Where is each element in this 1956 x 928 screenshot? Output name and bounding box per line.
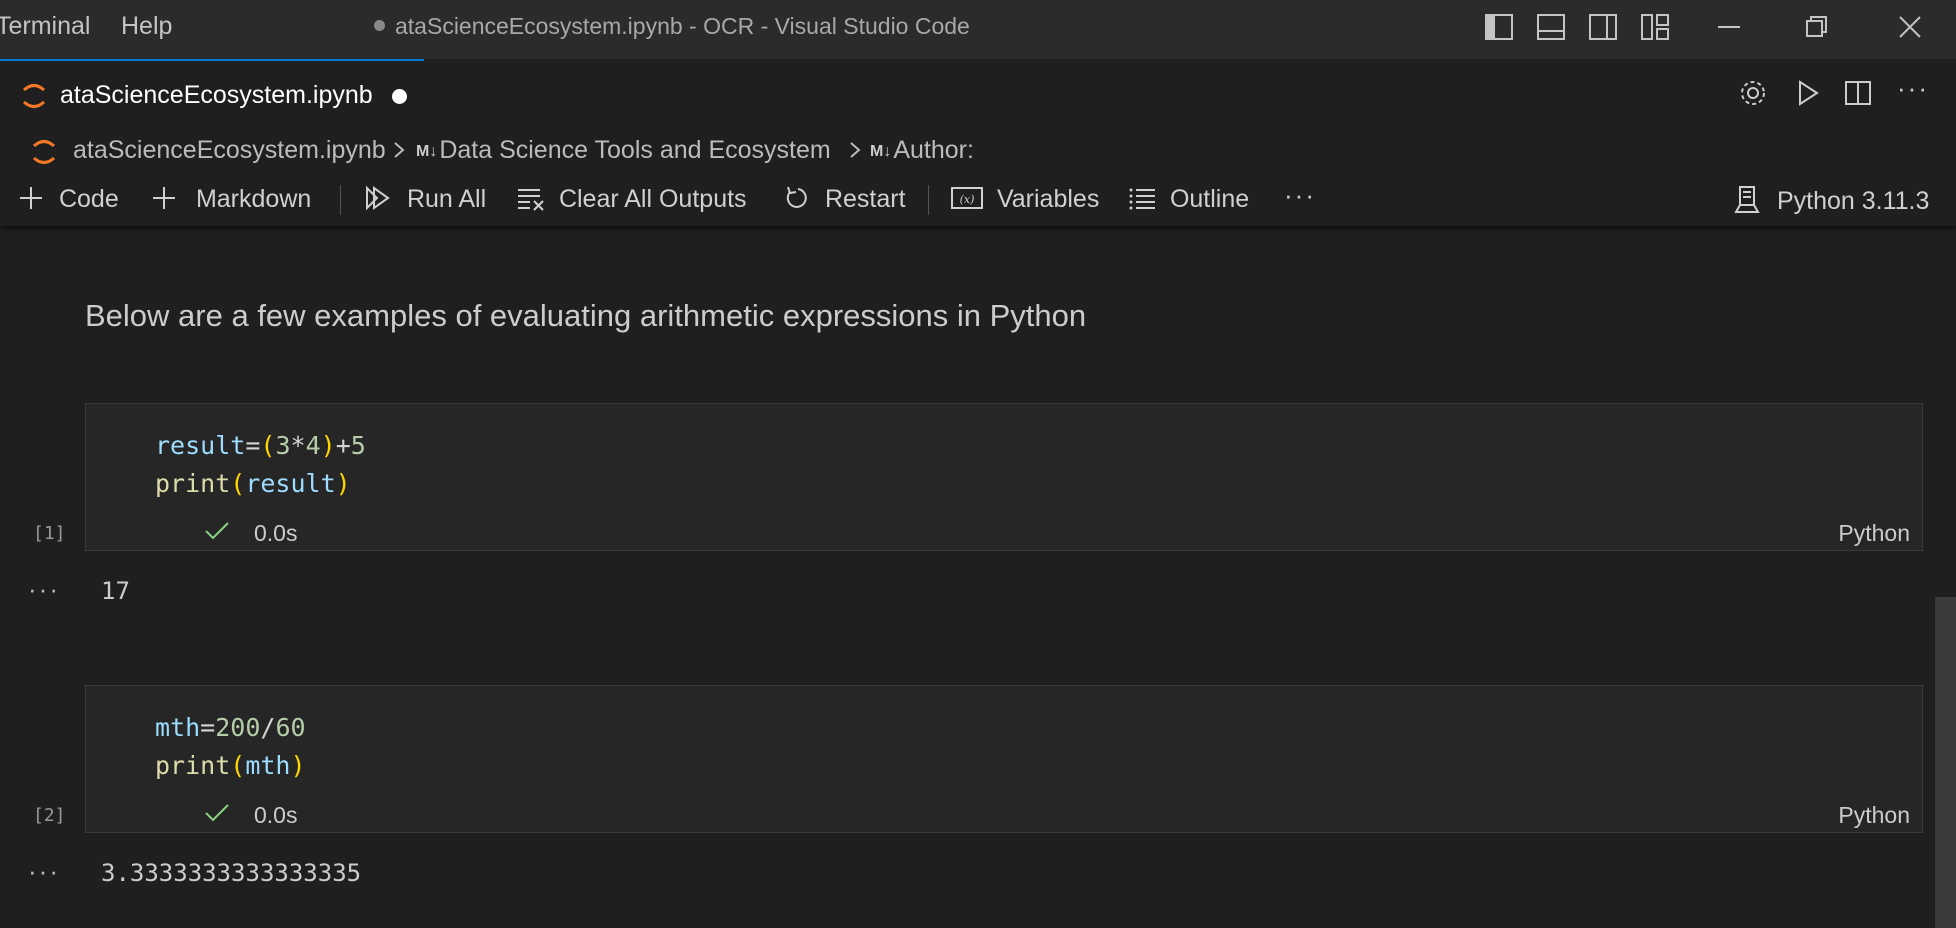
toolbar-divider	[340, 185, 341, 215]
clear-all-outputs-button[interactable]: Clear All Outputs	[516, 185, 747, 214]
breadcrumb-section-1[interactable]: M↓Data Science Tools and Ecosystem	[416, 136, 831, 165]
editor-tab-bar: ataScienceEcosystem.ipynb ···	[0, 59, 1956, 129]
cell-output: 3.3333333333333335	[101, 859, 362, 887]
window-title: ataScienceEcosystem.ipynb - OCR - Visual…	[374, 13, 970, 40]
code-cell-1[interactable]: result=(3*4)+5 print(result) 0.0s Python	[85, 403, 1923, 551]
title-bar: Terminal Help ataScienceEcosystem.ipynb …	[0, 0, 1956, 59]
unsaved-dot-icon	[374, 20, 385, 31]
execution-count: [1]	[33, 523, 66, 544]
variables-icon: (x)	[951, 187, 983, 209]
kernel-server-icon	[1734, 186, 1760, 213]
breadcrumb-file[interactable]: ataScienceEcosystem.ipynb	[73, 136, 386, 165]
minimize-icon[interactable]	[1714, 12, 1744, 47]
restore-icon[interactable]	[1801, 12, 1831, 47]
toggle-panel-icon[interactable]	[1536, 12, 1566, 47]
more-actions-icon[interactable]: ···	[1284, 180, 1316, 211]
toggle-primary-sidebar-icon[interactable]	[1484, 12, 1514, 47]
chevron-right-icon	[392, 136, 406, 171]
close-icon[interactable]	[1895, 12, 1925, 47]
code-editor[interactable]: result=(3*4)+5 print(result)	[155, 427, 366, 503]
kernel-picker[interactable]: Python 3.11.3	[1732, 185, 1929, 216]
execution-time: 0.0s	[254, 520, 298, 546]
variables-button[interactable]: (x) Variables	[950, 185, 1099, 214]
jupyter-icon	[30, 137, 58, 174]
restart-kernel-button[interactable]: Restart	[784, 185, 906, 214]
menu-help[interactable]: Help	[121, 12, 172, 41]
plus-icon	[153, 187, 175, 209]
list-icon	[1129, 188, 1155, 210]
run-all-icon	[366, 185, 390, 211]
toggle-secondary-sidebar-icon[interactable]	[1588, 12, 1618, 47]
jupyter-icon	[20, 81, 48, 116]
breadcrumb: ataScienceEcosystem.ipynb M↓Data Science…	[0, 128, 1956, 176]
unsaved-indicator-icon[interactable]	[392, 89, 407, 104]
cell-language[interactable]: Python	[1838, 802, 1910, 829]
more-actions-icon[interactable]: ···	[1897, 73, 1929, 104]
restart-icon	[786, 186, 807, 208]
gear-icon[interactable]	[1738, 78, 1768, 113]
toolbar-divider	[928, 185, 929, 215]
check-icon	[204, 520, 230, 547]
markdown-icon: M↓	[416, 143, 438, 160]
customize-layout-icon[interactable]	[1640, 12, 1670, 47]
plus-icon	[20, 187, 42, 209]
execution-count: [2]	[33, 805, 66, 826]
output-actions-icon[interactable]: ···	[28, 856, 60, 887]
cell-language[interactable]: Python	[1838, 520, 1910, 547]
notebook-toolbar: Code Markdown Run All Clear All Outputs …	[0, 176, 1956, 226]
run-all-button[interactable]: Run All	[364, 185, 486, 214]
output-actions-icon[interactable]: ···	[28, 574, 60, 605]
split-editor-icon[interactable]	[1843, 78, 1873, 113]
outline-button[interactable]: Outline	[1127, 185, 1249, 214]
add-code-cell-button[interactable]: Code	[18, 185, 119, 214]
code-editor[interactable]: mth=200/60 print(mth)	[155, 709, 306, 785]
markdown-cell[interactable]: Below are a few examples of evaluating a…	[85, 298, 1086, 334]
markdown-icon: M↓	[870, 143, 892, 160]
scrollbar-thumb[interactable]	[1935, 597, 1956, 928]
execution-time: 0.0s	[254, 802, 298, 828]
tab-label: ataScienceEcosystem.ipynb	[60, 81, 373, 109]
svg-text:(x): (x)	[960, 193, 975, 206]
add-markdown-cell-button[interactable]: Markdown	[151, 185, 311, 214]
breadcrumb-section-2[interactable]: M↓Author:	[870, 136, 974, 165]
chevron-right-icon	[848, 136, 862, 171]
menu-terminal[interactable]: Terminal	[0, 12, 90, 41]
code-cell-2[interactable]: mth=200/60 print(mth) 0.0s Python	[85, 685, 1923, 833]
tab-notebook[interactable]: ataScienceEcosystem.ipynb	[0, 59, 424, 128]
check-icon	[204, 802, 230, 829]
clear-all-icon	[518, 189, 544, 211]
cell-output: 17	[101, 577, 130, 605]
run-icon[interactable]	[1792, 78, 1822, 113]
